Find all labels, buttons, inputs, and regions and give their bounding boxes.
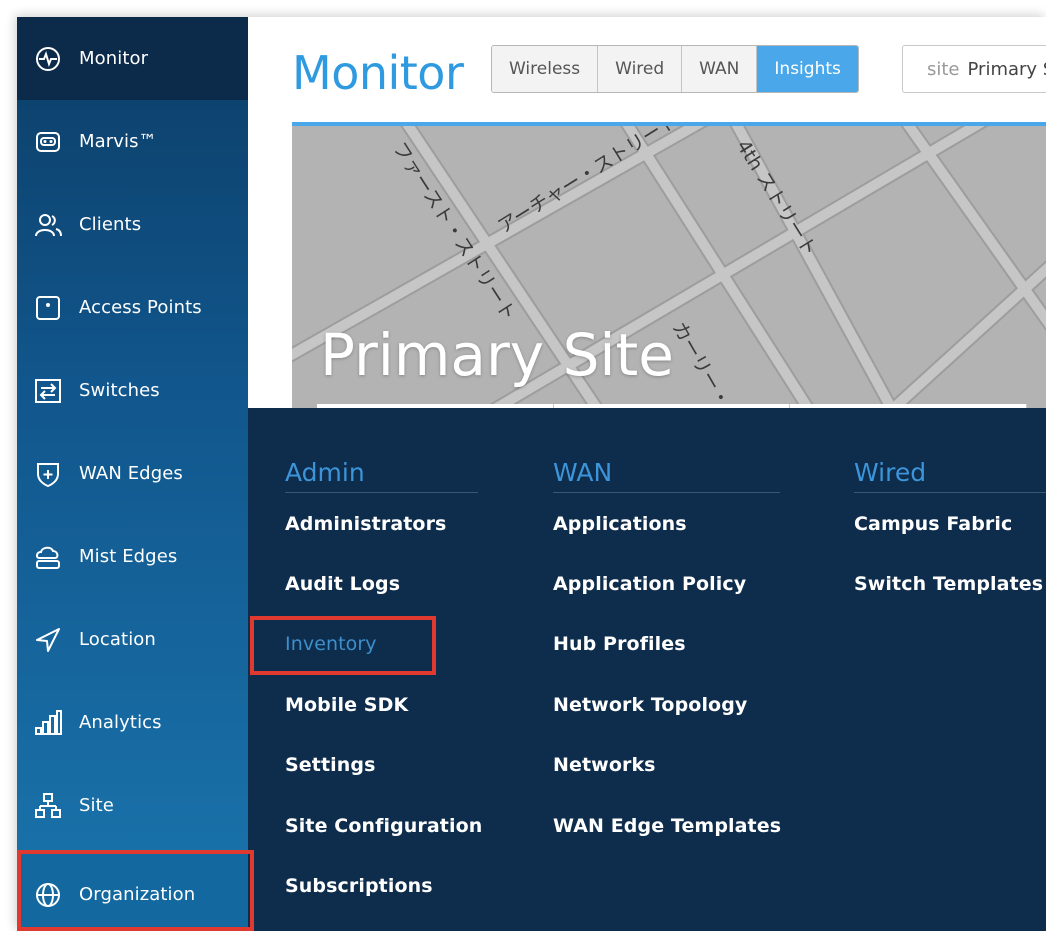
sidebar-item-mist-edges[interactable]: Mist Edges — [17, 515, 248, 598]
sidebar-item-access-points[interactable]: Access Points — [17, 266, 248, 349]
menu-item-hub-profiles[interactable]: Hub Profiles — [553, 633, 686, 655]
switch-icon — [31, 377, 65, 405]
menu-item-mobile-sdk[interactable]: Mobile SDK — [285, 694, 408, 716]
tab-wireless[interactable]: Wireless — [492, 46, 599, 92]
sidebar-item-wan-edges[interactable]: WAN Edges — [17, 432, 248, 515]
sidebar-item-label: Monitor — [79, 48, 149, 69]
site-selector[interactable]: site Primary Site — [902, 45, 1046, 93]
wan-edge-shield-icon — [31, 460, 65, 488]
tab-wired[interactable]: Wired — [598, 46, 683, 92]
sidebar-item-location[interactable]: Location — [17, 598, 248, 681]
sidebar-item-marvis[interactable]: Marvis™ — [17, 100, 248, 183]
page-title: Monitor — [292, 46, 464, 100]
sidebar: Monitor Marvis™ Clients Access Points Sw… — [17, 17, 248, 931]
menu-heading-admin: Admin — [285, 458, 365, 487]
menu-divider — [854, 492, 1046, 493]
sidebar-item-switches[interactable]: Switches — [17, 349, 248, 432]
menu-item-application-policy[interactable]: Application Policy — [553, 573, 746, 595]
menu-item-wan-edge-templates[interactable]: WAN Edge Templates — [553, 815, 781, 837]
access-point-icon — [31, 294, 65, 322]
app-window: Monitor Marvis™ Clients Access Points Sw… — [17, 17, 1046, 931]
menu-item-network-topology[interactable]: Network Topology — [553, 694, 747, 716]
sidebar-item-clients[interactable]: Clients — [17, 183, 248, 266]
menu-item-subscriptions[interactable]: Subscriptions — [285, 875, 433, 897]
sidebar-item-analytics[interactable]: Analytics — [17, 681, 248, 764]
sidebar-item-label: Site — [79, 795, 114, 816]
site-selector-prefix: site — [927, 58, 960, 80]
sidebar-item-site[interactable]: Site — [17, 764, 248, 847]
highlight-inventory — [250, 616, 436, 675]
tab-wan[interactable]: WAN — [682, 46, 758, 92]
menu-item-campus-fabric[interactable]: Campus Fabric — [854, 513, 1012, 535]
cloud-icon — [31, 543, 65, 571]
sidebar-item-label: Location — [79, 629, 156, 650]
menu-divider — [553, 492, 780, 493]
menu-divider — [285, 492, 478, 493]
menu-item-administrators[interactable]: Administrators — [285, 513, 446, 535]
sidebar-item-label: Marvis™ — [79, 131, 157, 152]
sidebar-item-label: Clients — [79, 214, 142, 235]
menu-item-applications[interactable]: Applications — [553, 513, 687, 535]
highlight-organization — [17, 850, 254, 931]
site-map[interactable]: ファースト・ストリート アーチャー・ストリート 4th ストリート カーリー・ス… — [292, 122, 1046, 422]
monitor-tabs: Wireless Wired WAN Insights — [491, 45, 859, 93]
sidebar-item-label: Mist Edges — [79, 546, 178, 567]
analytics-bars-icon — [31, 709, 65, 737]
marvis-icon — [31, 128, 65, 156]
clients-icon — [31, 211, 65, 239]
sidebar-item-label: Access Points — [79, 297, 202, 318]
sidebar-item-monitor[interactable]: Monitor — [17, 17, 248, 100]
site-tree-icon — [31, 792, 65, 820]
sidebar-item-label: WAN Edges — [79, 463, 183, 484]
menu-heading-wired: Wired — [854, 458, 927, 487]
menu-item-switch-templates[interactable]: Switch Templates — [854, 573, 1043, 595]
sidebar-item-label: Analytics — [79, 712, 162, 733]
site-selector-value: Primary Site — [967, 58, 1046, 80]
menu-item-site-configuration[interactable]: Site Configuration — [285, 815, 482, 837]
sidebar-item-label: Switches — [79, 380, 160, 401]
menu-item-audit-logs[interactable]: Audit Logs — [285, 573, 400, 595]
monitor-pulse-icon — [31, 45, 65, 73]
location-arrow-icon — [31, 626, 65, 654]
tab-insights[interactable]: Insights — [757, 46, 858, 92]
menu-item-settings[interactable]: Settings — [285, 754, 375, 776]
menu-heading-wan: WAN — [553, 458, 613, 487]
menu-item-networks[interactable]: Networks — [553, 754, 656, 776]
map-site-name: Primary Site — [320, 321, 674, 389]
